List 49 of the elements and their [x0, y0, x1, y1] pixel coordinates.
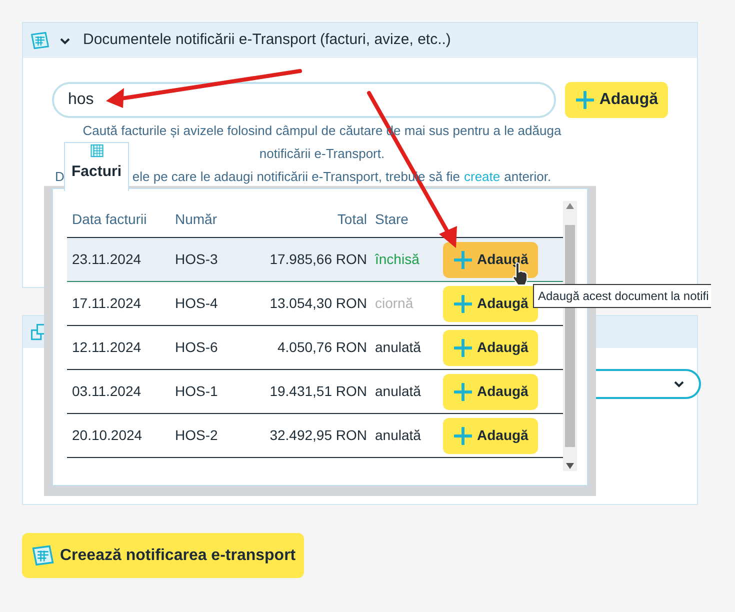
- table-cell-text: 19.431,51 RON: [268, 382, 367, 401]
- column-header: Data facturii: [71, 210, 148, 228]
- column-header: Număr: [175, 210, 218, 228]
- tooltip: Adaugă acest document la notifi: [533, 284, 711, 308]
- hint-text: D: [55, 168, 64, 186]
- table-cell-text: HOS-4: [175, 294, 219, 313]
- plus-icon: [453, 250, 473, 270]
- add-button[interactable]: Adaugă: [443, 418, 538, 454]
- table-cell-text: HOS-3: [175, 250, 219, 269]
- table-cell-text: 13.054,30 RON: [268, 294, 367, 313]
- table-cell-text: 03.11.2024: [71, 382, 142, 401]
- scroll-up-icon: [566, 203, 574, 209]
- hint-text: anterior.: [504, 168, 552, 186]
- hint-text: notificării e-Transport.: [259, 145, 385, 163]
- table-cell-text: 17.11.2024: [71, 294, 142, 313]
- table-cell-text: 4.050,76 RON: [276, 338, 367, 357]
- add-button[interactable]: Adaugă: [443, 286, 538, 322]
- table-cell-text: HOS-1: [175, 382, 219, 401]
- add-button[interactable]: Adaugă: [443, 374, 538, 410]
- status-text: închisă: [374, 250, 420, 269]
- plus-icon: [453, 382, 473, 402]
- table-cell-text: HOS-6: [175, 338, 219, 357]
- plus-icon: [453, 426, 473, 446]
- status-text: ciornă: [374, 294, 414, 313]
- search-field[interactable]: hos: [52, 82, 556, 118]
- status-text: anulată: [374, 382, 422, 401]
- facturi-tab[interactable]: Facturi: [64, 142, 129, 191]
- table-cell-text: HOS-2: [175, 426, 219, 445]
- create-button[interactable]: Creează notificarea e-transport: [22, 533, 304, 578]
- table-cell-text: 17.985,66 RON: [268, 250, 367, 269]
- document-icon: [30, 542, 56, 568]
- plus-icon: [453, 294, 473, 314]
- table-cell-text: 20.10.2024: [71, 426, 144, 445]
- column-header: Total: [336, 210, 367, 228]
- table-cell-text: 23.11.2024: [71, 250, 142, 269]
- plus-icon: [575, 90, 596, 110]
- panel-title: Documentele notificării e-Transport (facturi, avize, etc..): [83, 30, 451, 50]
- add-button[interactable]: Adaugă: [443, 330, 538, 366]
- plus-icon: [453, 338, 473, 358]
- add-button[interactable]: Adaugă: [565, 82, 668, 118]
- status-text: anulată: [374, 426, 422, 445]
- add-button[interactable]: Adaugă: [443, 242, 538, 278]
- document-icon: [29, 30, 51, 52]
- table-cell-text: 12.11.2024: [71, 338, 142, 357]
- status-text: anulată: [374, 338, 422, 357]
- scroll-down-icon: [566, 463, 574, 469]
- table-cell-text: 32.492,95 RON: [268, 426, 367, 445]
- column-header: Stare: [374, 210, 410, 228]
- tab-label: Facturi: [71, 162, 122, 182]
